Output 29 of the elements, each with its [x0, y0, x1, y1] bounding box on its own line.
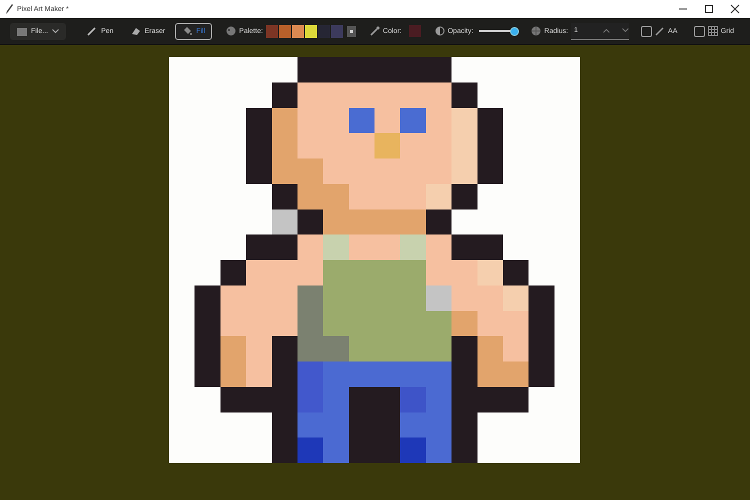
checkbox[interactable] — [641, 26, 652, 36]
color-swatch[interactable] — [330, 24, 343, 38]
checkbox[interactable] — [694, 26, 705, 36]
chevron-up-icon — [603, 28, 610, 33]
pencil-icon — [87, 26, 98, 36]
current-color-swatch[interactable] — [408, 25, 421, 37]
paint-bucket-icon — [182, 26, 192, 36]
add-swatch-button[interactable] — [346, 26, 356, 36]
maximize-icon — [704, 4, 714, 14]
folder-icon — [17, 26, 27, 36]
color-swatch[interactable] — [304, 24, 317, 38]
eyedropper-icon — [370, 26, 380, 36]
palette-icon — [226, 26, 236, 36]
pixel-art-drawing[interactable] — [168, 57, 580, 463]
opacity-slider[interactable] — [479, 26, 518, 36]
globe-icon — [531, 26, 542, 36]
color-swatch[interactable] — [292, 24, 304, 38]
color-swatch[interactable] — [266, 24, 278, 38]
grid-icon — [708, 26, 718, 36]
pencil-icon — [655, 26, 666, 36]
eraser-icon — [130, 26, 141, 36]
color-swatch[interactable] — [318, 24, 330, 38]
slider-thumb[interactable] — [510, 26, 520, 36]
color-swatch[interactable] — [278, 24, 291, 38]
chevron-down-icon — [622, 28, 630, 33]
contrast-icon — [434, 26, 445, 36]
close-icon — [730, 4, 740, 14]
feather-icon — [5, 4, 13, 14]
chevron-down-icon — [52, 28, 60, 34]
